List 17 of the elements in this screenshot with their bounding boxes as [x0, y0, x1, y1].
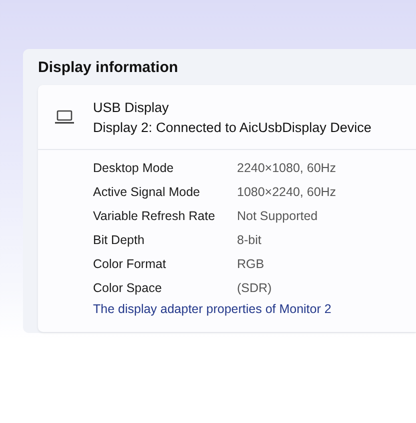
property-label: Color Space [93, 281, 163, 295]
property-value: Not Supported [237, 209, 319, 223]
property-label: Variable Refresh Rate [93, 209, 216, 223]
property-label: Desktop Mode [93, 161, 175, 175]
adapter-properties-link[interactable]: The display adapter properties of Monitor 2 [93, 302, 332, 316]
property-label: Color Format [93, 257, 167, 271]
device-description: Display 2: Connected to AicUsbDisplay Device [93, 120, 372, 134]
property-value: 1080×2240, 60Hz [237, 185, 338, 199]
device-name: USB Display [93, 100, 169, 114]
property-value: 2240×1080, 60Hz [237, 161, 338, 175]
property-value: 8-bit [237, 233, 262, 247]
property-label: Active Signal Mode [93, 185, 202, 199]
section-title: Display information [38, 59, 178, 77]
property-label: Bit Depth [93, 233, 146, 247]
laptop-icon [55, 110, 74, 124]
property-value: (SDR) [237, 281, 273, 295]
property-value: RGB [237, 257, 266, 271]
